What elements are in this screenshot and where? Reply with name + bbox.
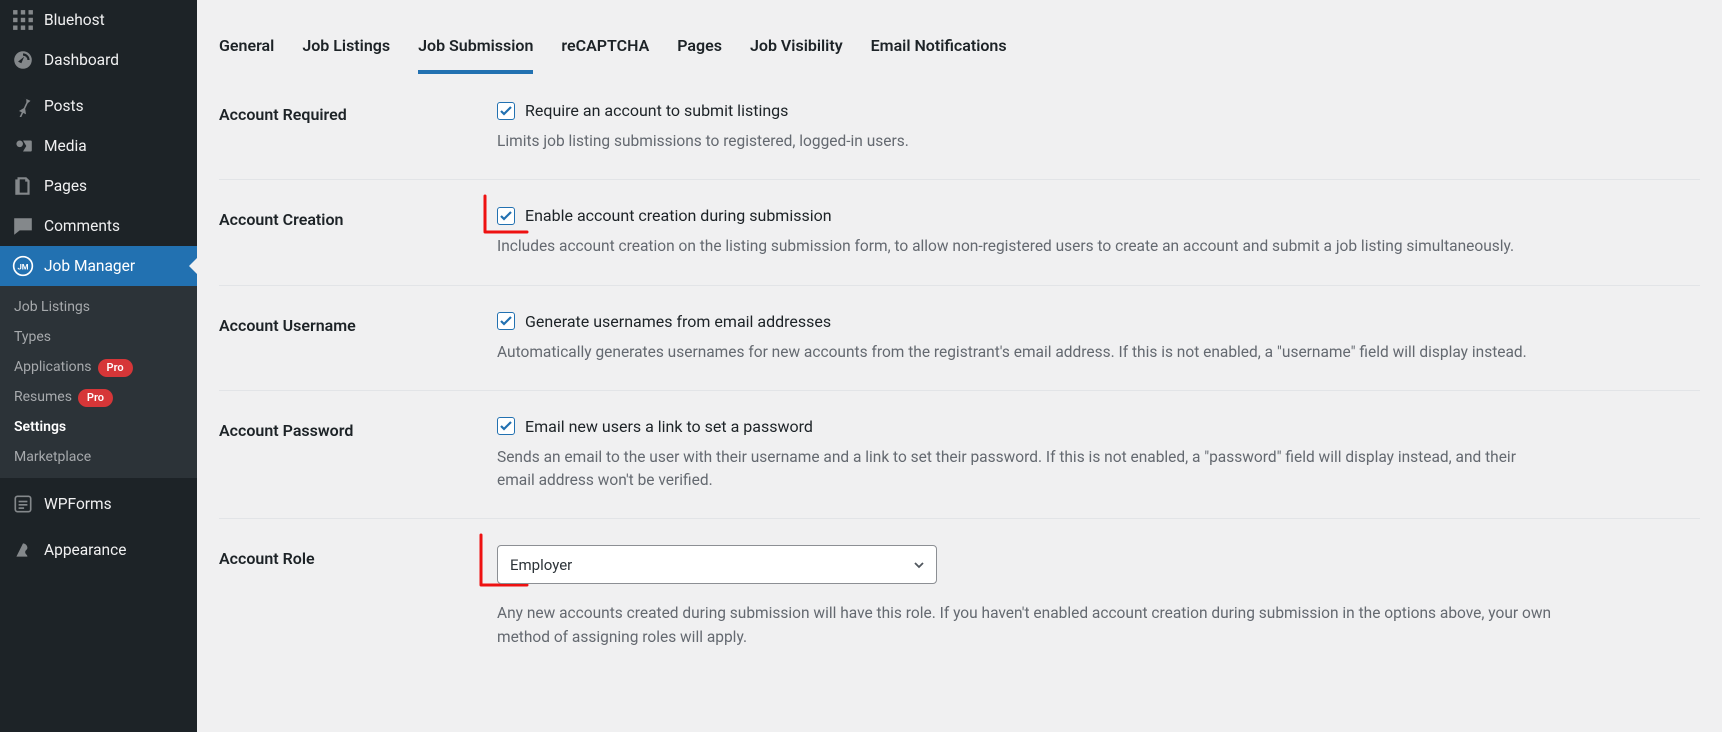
submenu-item-types[interactable]: Types (0, 322, 197, 352)
setting-title-account-username: Account Username (219, 285, 497, 390)
checkbox-icon (497, 207, 515, 225)
submenu-item-job-listings[interactable]: Job Listings (0, 292, 197, 322)
setting-title-account-password: Account Password (219, 390, 497, 519)
sidebar-item-label: Posts (44, 97, 84, 115)
tab-job-listings[interactable]: Job Listings (302, 24, 390, 74)
sidebar-item-label: Comments (44, 217, 120, 235)
select-value: Employer (510, 556, 572, 574)
checkbox-icon (497, 312, 515, 330)
setting-desc: Limits job listing submissions to regist… (497, 130, 1557, 153)
sidebar-item-label: Media (44, 137, 87, 155)
setting-desc: Any new accounts created during submissi… (497, 602, 1557, 649)
setting-title-account-role: Account Role (219, 519, 497, 675)
job-manager-icon: JM (12, 255, 34, 277)
sidebar-item-job-manager[interactable]: JM Job Manager (0, 246, 197, 286)
grid-icon (12, 9, 34, 31)
sidebar-item-label: Job Manager (44, 257, 135, 275)
checkbox-label: Enable account creation during submissio… (525, 206, 832, 225)
submenu-item-applications[interactable]: ApplicationsPro (0, 352, 197, 382)
setting-desc: Sends an email to the user with their us… (497, 446, 1557, 493)
checkbox-label: Generate usernames from email addresses (525, 312, 831, 331)
submenu-item-marketplace[interactable]: Marketplace (0, 442, 197, 472)
sidebar-item-comments[interactable]: Comments (0, 206, 197, 246)
submenu-item-settings[interactable]: Settings (0, 412, 197, 442)
pro-badge: Pro (78, 389, 113, 407)
svg-text:JM: JM (17, 262, 28, 271)
setting-desc: Includes account creation on the listing… (497, 235, 1557, 258)
tab-recaptcha[interactable]: reCAPTCHA (561, 24, 649, 74)
tab-job-visibility[interactable]: Job Visibility (750, 24, 843, 74)
tab-job-submission[interactable]: Job Submission (418, 24, 533, 74)
tab-general[interactable]: General (219, 24, 274, 74)
media-icon (12, 135, 34, 157)
select-account-role[interactable]: Employer (497, 545, 937, 584)
pages-icon (12, 175, 34, 197)
sidebar-item-appearance[interactable]: Appearance (0, 530, 197, 570)
sidebar-item-label: Appearance (44, 541, 126, 559)
pro-badge: Pro (98, 359, 133, 377)
sidebar-item-posts[interactable]: Posts (0, 86, 197, 126)
tab-email-notifications[interactable]: Email Notifications (871, 24, 1007, 74)
checkbox-account-password[interactable]: Email new users a link to set a password (497, 417, 1690, 436)
checkbox-account-username[interactable]: Generate usernames from email addresses (497, 312, 1690, 331)
checkbox-icon (497, 417, 515, 435)
settings-tabs: General Job Listings Job Submission reCA… (219, 0, 1700, 75)
sidebar-item-wpforms[interactable]: WPForms (0, 484, 197, 524)
sidebar-item-media[interactable]: Media (0, 126, 197, 166)
tab-pages[interactable]: Pages (677, 24, 722, 74)
chevron-down-icon (912, 558, 926, 572)
sidebar-item-label: WPForms (44, 495, 112, 513)
setting-title-account-creation: Account Creation (219, 180, 497, 285)
admin-sidebar: Bluehost Dashboard Posts Media Pages (0, 0, 197, 732)
checkbox-account-required[interactable]: Require an account to submit listings (497, 101, 1690, 120)
dashboard-icon (12, 49, 34, 71)
settings-panel: General Job Listings Job Submission reCA… (197, 0, 1722, 732)
setting-title-account-required: Account Required (219, 75, 497, 180)
checkbox-account-creation[interactable]: Enable account creation during submissio… (497, 206, 1690, 225)
pin-icon (12, 95, 34, 117)
checkbox-label: Email new users a link to set a password (525, 417, 813, 436)
sidebar-item-dashboard[interactable]: Dashboard (0, 40, 197, 80)
submenu-item-resumes[interactable]: ResumesPro (0, 382, 197, 412)
checkbox-icon (497, 102, 515, 120)
job-manager-submenu: Job Listings Types ApplicationsPro Resum… (0, 286, 197, 478)
sidebar-item-label: Pages (44, 177, 87, 195)
setting-desc: Automatically generates usernames for ne… (497, 341, 1557, 364)
sidebar-item-label: Bluehost (44, 11, 105, 29)
sidebar-item-bluehost[interactable]: Bluehost (0, 0, 197, 40)
comment-icon (12, 215, 34, 237)
appearance-icon (12, 539, 34, 561)
checkbox-label: Require an account to submit listings (525, 101, 788, 120)
sidebar-item-label: Dashboard (44, 51, 119, 69)
wpforms-icon (12, 493, 34, 515)
sidebar-item-pages[interactable]: Pages (0, 166, 197, 206)
